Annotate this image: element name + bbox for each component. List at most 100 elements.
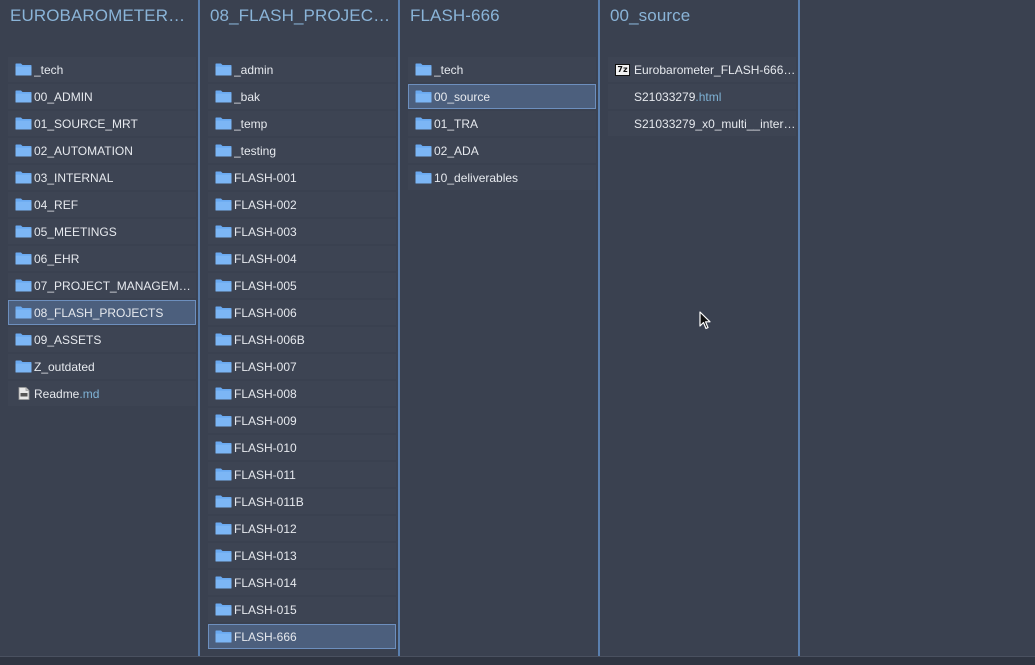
folder-item[interactable]: 00_source — [408, 84, 596, 109]
item-name: FLASH-009 — [234, 413, 297, 428]
item-label: 01_TRA — [434, 117, 478, 131]
folder-icon — [215, 279, 232, 292]
folder-item[interactable]: _tech — [408, 57, 596, 82]
item-label: 00_source — [434, 90, 490, 104]
folder-item[interactable]: FLASH-666 — [208, 624, 396, 649]
folder-item[interactable]: FLASH-012 — [208, 516, 396, 541]
item-label: 08_FLASH_PROJECTS — [34, 306, 163, 320]
folder-item[interactable]: _tech — [8, 57, 196, 82]
item-label: FLASH-011 — [234, 468, 296, 482]
folder-item[interactable]: FLASH-004 — [208, 246, 396, 271]
folder-item[interactable]: FLASH-006B — [208, 327, 396, 352]
item-name: _temp — [234, 116, 268, 131]
folder-item[interactable]: FLASH-011B — [208, 489, 396, 514]
folder-icon — [215, 522, 232, 535]
item-label: 06_EHR — [34, 252, 79, 266]
folder-icon — [415, 90, 432, 103]
item-name: FLASH-002 — [234, 197, 297, 212]
folder-item[interactable]: FLASH-001 — [208, 165, 396, 190]
folder-item[interactable]: Z_outdated — [8, 354, 196, 379]
folder-icon — [215, 387, 232, 400]
file-item[interactable]: S21033279_x0_multi__intern... — [608, 111, 796, 136]
folder-item[interactable]: FLASH-003 — [208, 219, 396, 244]
item-label: Z_outdated — [34, 360, 95, 374]
item-name: _tech — [34, 62, 64, 77]
folder-item[interactable]: 00_ADMIN — [8, 84, 196, 109]
column-title: FLASH-666 — [410, 6, 500, 25]
item-name: _admin — [234, 62, 274, 77]
folder-icon — [215, 333, 232, 346]
folder-icon — [415, 144, 432, 157]
item-name: 06_EHR — [34, 251, 80, 266]
folder-item[interactable]: FLASH-006 — [208, 300, 396, 325]
folder-item[interactable]: FLASH-005 — [208, 273, 396, 298]
folder-icon — [215, 171, 232, 184]
item-label: FLASH-003 — [234, 225, 297, 239]
item-label: FLASH-006 — [234, 306, 297, 320]
item-label: FLASH-009 — [234, 414, 297, 428]
file-list: 7z Eurobarometer_FLASH-666_... S21033279.h… — [608, 57, 796, 138]
folder-item[interactable]: FLASH-007 — [208, 354, 396, 379]
folder-item[interactable]: 01_SOURCE_MRT — [8, 111, 196, 136]
folder-icon — [15, 252, 32, 265]
item-name: FLASH-013 — [234, 548, 297, 563]
item-name: _tech — [434, 62, 464, 77]
column-title: 08_FLASH_PROJECTS — [210, 6, 394, 25]
folder-icon — [15, 144, 32, 157]
folder-icon — [215, 117, 232, 130]
folder-item[interactable]: 04_REF — [8, 192, 196, 217]
folder-icon — [215, 468, 232, 481]
folder-item[interactable]: FLASH-011 — [208, 462, 396, 487]
folder-item[interactable]: FLASH-008 — [208, 381, 396, 406]
item-name: 09_ASSETS — [34, 332, 102, 347]
folder-item[interactable]: 10_deliverables — [408, 165, 596, 190]
file-item[interactable]: 7z Eurobarometer_FLASH-666_... — [608, 57, 796, 82]
folder-item[interactable]: 08_FLASH_PROJECTS — [8, 300, 196, 325]
folder-item[interactable]: _testing — [208, 138, 396, 163]
folder-icon — [215, 252, 232, 265]
folder-item[interactable]: FLASH-010 — [208, 435, 396, 460]
folder-item[interactable]: _admin — [208, 57, 396, 82]
7z-archive-icon: 7z — [615, 63, 630, 76]
folder-item[interactable]: 07_PROJECT_MANAGEMENT — [8, 273, 196, 298]
item-label: FLASH-010 — [234, 441, 297, 455]
folder-icon — [15, 360, 32, 373]
item-name: FLASH-006 — [234, 305, 297, 320]
item-name: 07_PROJECT_MANAGEMENT — [34, 278, 196, 293]
item-name: Z_outdated — [34, 359, 95, 374]
folder-item[interactable]: _temp — [208, 111, 396, 136]
folder-item[interactable]: 03_INTERNAL — [8, 165, 196, 190]
folder-item[interactable]: FLASH-002 — [208, 192, 396, 217]
folder-item[interactable]: 05_MEETINGS — [8, 219, 196, 244]
item-label: FLASH-006B — [234, 333, 305, 347]
item-name: 00_ADMIN — [34, 89, 93, 104]
folder-item[interactable]: 02_ADA — [408, 138, 596, 163]
item-label: FLASH-007 — [234, 360, 297, 374]
folder-icon — [415, 63, 432, 76]
folder-item[interactable]: FLASH-009 — [208, 408, 396, 433]
item-name: 08_FLASH_PROJECTS — [34, 305, 164, 320]
item-label: 09_ASSETS — [34, 333, 101, 347]
folder-item[interactable]: 09_ASSETS — [8, 327, 196, 352]
item-label: FLASH-008 — [234, 387, 297, 401]
folder-item[interactable]: 02_AUTOMATION — [8, 138, 196, 163]
folder-item[interactable]: 01_TRA — [408, 111, 596, 136]
item-name: FLASH-666 — [234, 629, 297, 644]
folder-icon — [215, 630, 232, 643]
folder-item[interactable]: 06_EHR — [8, 246, 196, 271]
folder-icon — [215, 63, 232, 76]
markdown-file-icon — [15, 387, 32, 400]
item-name: FLASH-012 — [234, 521, 297, 536]
file-item[interactable]: S21033279.html — [608, 84, 796, 109]
folder-item[interactable]: FLASH-015 — [208, 597, 396, 622]
file-item[interactable]: Readme.md — [8, 381, 196, 406]
folder-icon — [15, 171, 32, 184]
item-name: 01_TRA — [434, 116, 479, 131]
folder-item[interactable]: _bak — [208, 84, 396, 109]
folder-item[interactable]: FLASH-013 — [208, 543, 396, 568]
item-label: _temp — [234, 117, 267, 131]
item-label: FLASH-666 — [234, 630, 297, 644]
folder-item[interactable]: FLASH-014 — [208, 570, 396, 595]
folder-icon — [15, 279, 32, 292]
item-label: _bak — [234, 90, 260, 104]
